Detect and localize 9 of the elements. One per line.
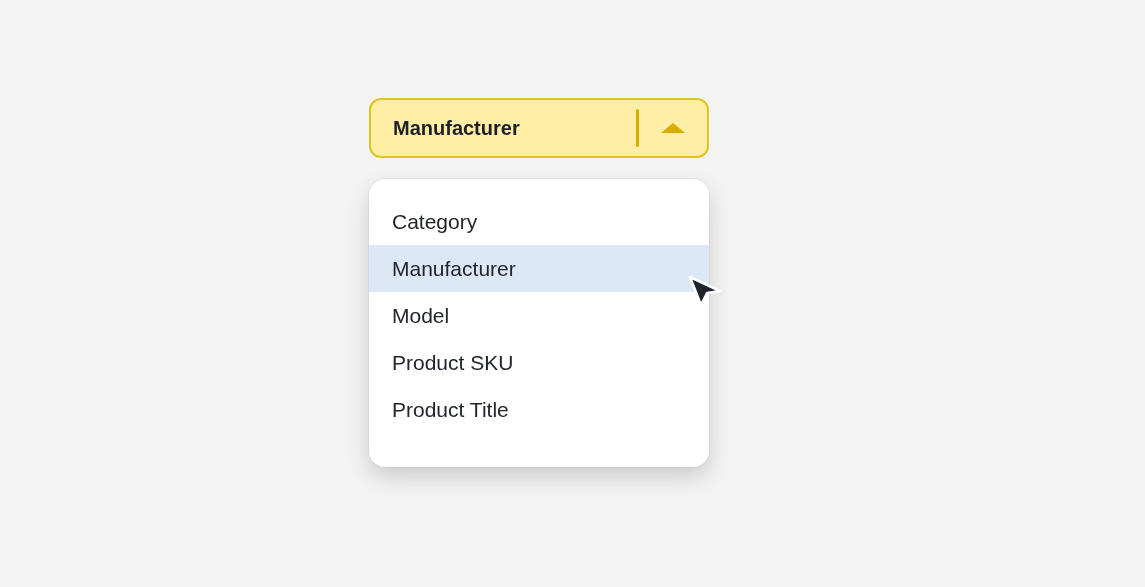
divider <box>636 109 639 147</box>
selected-value: Manufacturer <box>393 116 521 140</box>
menu-option[interactable]: Manufacturer <box>369 245 709 292</box>
menu-option[interactable]: Product SKU <box>369 339 709 386</box>
dropdown-button[interactable]: Manufacturer <box>369 98 709 158</box>
caret-up-icon <box>661 123 685 133</box>
menu-option[interactable]: Model <box>369 292 709 339</box>
menu-option[interactable]: Category <box>369 198 709 245</box>
menu-option[interactable]: Product Title <box>369 386 709 433</box>
